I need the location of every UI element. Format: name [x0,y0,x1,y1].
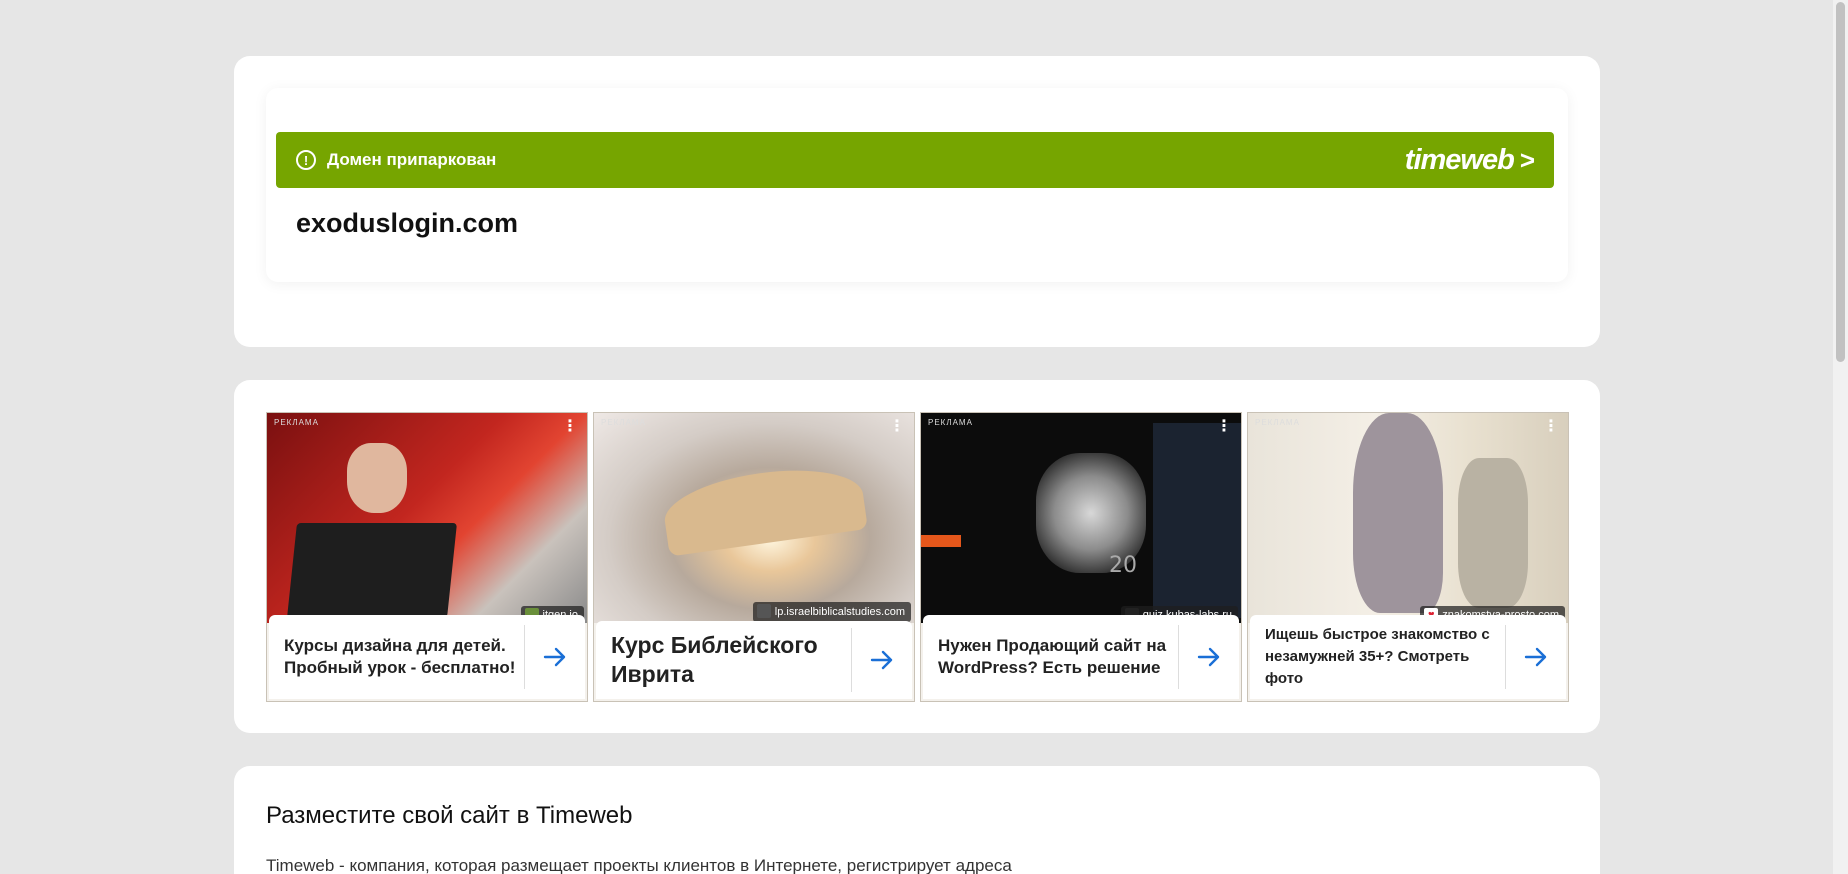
parked-banner: ! Домен припаркован timeweb > [276,132,1554,188]
chevron-right-icon: > [1519,144,1535,175]
arrow-right-icon[interactable] [525,647,585,667]
favicon-icon [756,604,771,618]
ad-source[interactable]: lp.israelbiblicalstudies.com [752,602,911,622]
more-options-icon[interactable]: ⋮ [1216,419,1232,435]
ad-footer[interactable]: Ищешь быстрое знакомство с незамужней 35… [1250,615,1566,699]
timeweb-logo-text: timeweb [1404,143,1515,176]
ad-label: РЕКЛАМА [601,418,646,427]
ad-footer[interactable]: Курс Библейского Иврита [596,621,912,699]
arrow-right-icon[interactable] [1179,647,1239,667]
ad-source-text: lp.israelbiblicalstudies.com [774,606,905,618]
ad-item[interactable]: РЕКЛАМА ⋮ ♥ znakomstva-prosto.com Ищешь … [1247,412,1569,702]
more-options-icon[interactable]: ⋮ [889,419,905,435]
warning-icon: ! [296,150,316,170]
ad-item[interactable]: 20 РЕКЛАМА ⋮ quiz.kubas-labs.ru Нужен Пр… [920,412,1242,702]
ad-footer[interactable]: Курсы дизайна для детей. Пробный урок - … [269,615,585,699]
parked-domain-card: ! Домен припаркован timeweb > exoduslogi… [234,56,1600,347]
ad-image [594,413,914,623]
ad-title[interactable]: Курс Библейского Иврита [596,631,851,689]
ad-label: РЕКЛАМА [928,418,973,427]
ad-footer[interactable]: Нужен Продающий сайт на WordPress? Есть … [923,615,1239,699]
page-scrollbar[interactable] [1833,0,1848,874]
info-text: Timeweb - компания, которая размещает пр… [266,856,1012,874]
ad-title[interactable]: Ищешь быстрое знакомство с незамужней 35… [1250,624,1505,690]
ad-item[interactable]: РЕКЛАМА ⋮ itgen.io Курсы дизайна для дет… [266,412,588,702]
more-options-icon[interactable]: ⋮ [562,419,578,435]
arrow-right-icon[interactable] [852,650,912,670]
ad-image [1248,413,1568,623]
timeweb-logo-link[interactable]: timeweb > [1404,143,1535,177]
parked-notice: Домен припаркован [327,150,497,169]
ad-image: 20 [921,413,1241,623]
hosting-info-card: Разместите свой сайт в Timeweb Timeweb -… [234,766,1600,874]
arrow-right-icon[interactable] [1506,647,1566,667]
ad-image [267,413,587,623]
ads-card: РЕКЛАМА ⋮ itgen.io Курсы дизайна для дет… [234,380,1600,733]
parked-domain-panel: ! Домен припаркован timeweb > exoduslogi… [266,88,1568,282]
ad-item[interactable]: РЕКЛАМА ⋮ lp.israelbiblicalstudies.com К… [593,412,915,702]
more-options-icon[interactable]: ⋮ [1543,419,1559,435]
ad-label: РЕКЛАМА [1255,418,1300,427]
ad-title[interactable]: Курсы дизайна для детей. Пробный урок - … [269,635,524,679]
ad-title[interactable]: Нужен Продающий сайт на WordPress? Есть … [923,635,1178,679]
domain-name: exoduslogin.com [296,208,519,238]
scrollbar-thumb[interactable] [1836,2,1845,362]
info-title: Разместите свой сайт в Timeweb [266,802,633,829]
ad-label: РЕКЛАМА [274,418,319,427]
